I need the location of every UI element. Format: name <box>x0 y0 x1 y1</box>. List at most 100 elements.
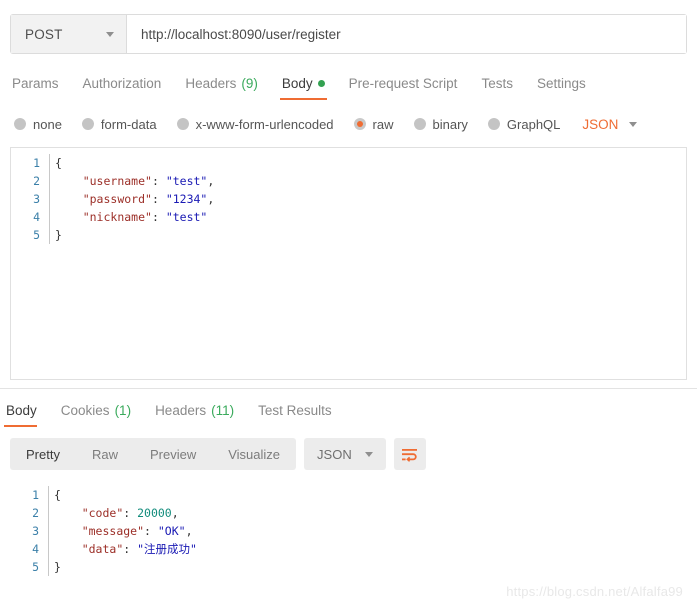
json-sep: : <box>123 542 138 556</box>
request-code-lines: { "username": "test", "password": "1234"… <box>11 154 686 244</box>
response-tab-body[interactable]: Body <box>4 403 49 427</box>
json-sep: : <box>151 174 166 188</box>
line-number: 5 <box>33 228 40 242</box>
response-code-lines: { "code": 20000, "message": "OK", "data"… <box>48 486 687 576</box>
code-punct: { <box>55 156 62 170</box>
url-input[interactable]: http://localhost:8090/user/register <box>127 15 686 53</box>
tab-authorization-label: Authorization <box>82 76 162 91</box>
code-punct: { <box>54 488 61 502</box>
json-key: "username" <box>82 174 152 188</box>
tab-pre-request-script[interactable]: Pre-request Script <box>337 76 470 100</box>
radio-form-data-label: form-data <box>100 116 157 132</box>
json-tail: , <box>207 192 215 206</box>
response-code-area: 1 2 3 4 5 { "code": 20000, "message": "O… <box>10 480 687 576</box>
code-line: "message": "OK", <box>54 522 687 540</box>
json-sep: : <box>144 524 158 538</box>
response-tab-test-results[interactable]: Test Results <box>246 403 344 427</box>
response-tab-cookies[interactable]: Cookies (1) <box>49 403 143 427</box>
url-bar: POST http://localhost:8090/user/register <box>10 14 687 54</box>
tab-params-label: Params <box>12 76 59 91</box>
view-mode-raw[interactable]: Raw <box>76 438 134 470</box>
body-format-dropdown-label: JSON <box>582 116 619 132</box>
radio-form-data-icon <box>81 118 94 130</box>
tab-tests-label: Tests <box>481 76 513 91</box>
tab-headers-count: (9) <box>241 76 258 91</box>
view-mode-preview[interactable]: Preview <box>134 438 212 470</box>
tab-tests[interactable]: Tests <box>469 76 525 100</box>
tab-body[interactable]: Body <box>270 76 337 100</box>
response-tab-headers-label: Headers <box>155 403 207 418</box>
json-key: "password" <box>82 192 152 206</box>
json-tail: , <box>171 506 179 520</box>
radio-x-www-form-urlencoded-icon <box>176 118 189 130</box>
json-key: "code" <box>81 506 124 520</box>
request-line-numbers: 1 2 3 4 5 <box>11 154 49 244</box>
json-key: "nickname" <box>82 210 152 224</box>
http-method-label: POST <box>25 26 63 42</box>
response-format-dropdown[interactable]: JSON <box>304 438 386 470</box>
code-line: "password": "1234", <box>55 190 686 208</box>
code-line: "nickname": "test" <box>55 208 686 226</box>
wrap-text-button[interactable] <box>393 438 426 470</box>
view-mode-visualize[interactable]: Visualize <box>212 438 296 470</box>
tab-authorization[interactable]: Authorization <box>71 76 174 100</box>
tab-settings-label: Settings <box>536 76 586 91</box>
code-line: } <box>54 558 687 576</box>
json-tail: , <box>185 524 193 538</box>
json-sep: : <box>151 210 166 224</box>
json-value: "test" <box>165 174 208 188</box>
response-format-dropdown-label: JSON <box>317 446 352 462</box>
chevron-down-icon <box>629 121 638 127</box>
chevron-down-icon <box>364 451 373 457</box>
code-line: } <box>55 226 686 244</box>
line-number: 4 <box>33 210 40 224</box>
body-modified-dot-icon <box>317 80 325 87</box>
code-punct: } <box>54 560 61 574</box>
radio-raw[interactable]: raw <box>353 116 394 132</box>
json-sep: : <box>123 506 138 520</box>
json-value: "注册成功" <box>137 542 197 556</box>
radio-binary[interactable]: binary <box>413 116 468 132</box>
watermark: https://blog.csdn.net/Alfalfa99 <box>506 584 683 599</box>
line-number: 2 <box>33 174 40 188</box>
response-body-viewer[interactable]: 1 2 3 4 5 { "code": 20000, "message": "O… <box>10 480 687 576</box>
line-number: 2 <box>32 506 39 520</box>
tab-settings[interactable]: Settings <box>525 76 598 100</box>
json-sep: : <box>151 192 166 206</box>
view-mode-pretty[interactable]: Pretty <box>10 438 76 470</box>
radio-graphql-label: GraphQL <box>506 116 561 132</box>
radio-graphql-icon <box>487 118 500 130</box>
tab-headers[interactable]: Headers (9) <box>173 76 270 100</box>
body-format-dropdown[interactable]: JSON <box>582 116 638 132</box>
line-number: 1 <box>33 156 40 170</box>
radio-none[interactable]: none <box>14 117 62 132</box>
code-line: "code": 20000, <box>54 504 687 522</box>
response-tab-headers[interactable]: Headers (11) <box>143 403 246 427</box>
request-body-editor[interactable]: 1 2 3 4 5 { "username": "test", "passwor… <box>10 147 687 380</box>
json-key: "data" <box>81 542 124 556</box>
radio-raw-label: raw <box>372 116 394 132</box>
json-value: "1234" <box>165 192 208 206</box>
radio-raw-icon <box>353 118 366 130</box>
wrap-text-icon <box>402 448 418 462</box>
request-code-area: 1 2 3 4 5 { "username": "test", "passwor… <box>11 148 686 244</box>
view-mode-raw-label: Raw <box>91 446 118 462</box>
radio-x-www-form-urlencoded[interactable]: x-www-form-urlencoded <box>176 117 334 132</box>
http-method-select[interactable]: POST <box>11 15 127 53</box>
radio-none-icon <box>14 118 26 130</box>
response-line-numbers: 1 2 3 4 5 <box>10 486 48 576</box>
json-key: "message" <box>81 524 145 538</box>
response-tabs: Body Cookies (1) Headers (11) Test Resul… <box>4 400 697 427</box>
tab-body-label: Body <box>281 76 313 91</box>
radio-none-label: none <box>33 116 62 132</box>
radio-binary-label: binary <box>432 116 468 132</box>
json-value: 20000 <box>137 506 172 520</box>
code-line: "username": "test", <box>55 172 686 190</box>
code-line: "data": "注册成功" <box>54 540 687 558</box>
radio-graphql[interactable]: GraphQL <box>487 116 561 132</box>
radio-form-data[interactable]: form-data <box>81 116 157 132</box>
line-number: 4 <box>32 542 39 556</box>
pane-divider <box>0 388 697 389</box>
json-value: "test" <box>165 210 208 224</box>
tab-params[interactable]: Params <box>10 76 71 100</box>
